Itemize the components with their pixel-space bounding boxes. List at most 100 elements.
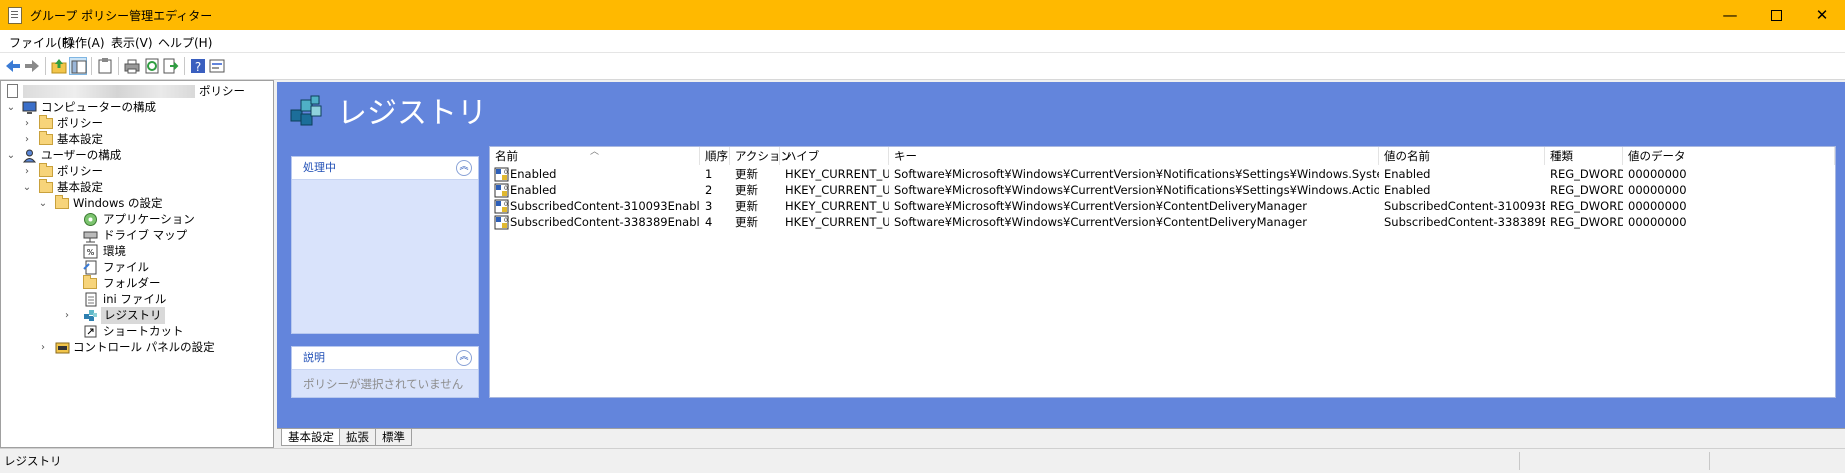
tree-item-user-preferences[interactable]: ⌄ 基本設定 [21,179,271,196]
tree-label: ユーザーの構成 [41,148,122,162]
status-divider [1519,452,1520,470]
control-panel-icon [55,342,70,354]
tree-item-computer-policies[interactable]: › ポリシー [21,115,271,132]
redacted-policy-name [23,85,195,98]
forward-arrow-icon[interactable] [23,57,41,75]
tree-label: 基本設定 [57,180,103,194]
folder-icon [39,131,53,145]
cell-name: SubscribedContent-338389Enabled [510,215,700,229]
processing-panel: 処理中 ︽ [291,156,479,334]
help-icon[interactable]: ? [189,57,207,75]
collapse-chevron-icon[interactable]: ︽ [456,350,472,366]
chevron-down-icon[interactable]: ⌄ [5,99,17,116]
cell-key: Software¥Microsoft¥Windows¥CurrentVersio… [894,215,1307,229]
chevron-right-icon[interactable]: › [61,307,73,324]
tree-label: コンピューターの構成 [41,100,156,114]
tab-standard[interactable]: 標準 [375,429,412,446]
console-tree: ポリシー ⌄ コンピューターの構成 › ポリシー › 基本設定 ⌄ ユーザーの構… [0,80,274,448]
column-header-value-name[interactable]: 値の名前 [1379,147,1545,165]
toolbar-separator [45,57,46,75]
column-header-value-data[interactable]: 値のデータ [1623,147,1835,165]
chevron-right-icon[interactable]: › [21,163,33,180]
tree-label: ポリシー [57,164,103,178]
tree-item-windows-settings[interactable]: ⌄ Windows の設定 [37,195,271,212]
column-header-hive[interactable]: ハイブ [780,147,889,165]
menu-action[interactable]: 操作(A) [63,34,105,51]
tree-root-label: ポリシー [199,84,245,98]
chevron-down-icon[interactable]: ⌄ [5,147,17,164]
back-arrow-icon[interactable] [4,57,22,75]
description-label: 説明 [303,351,325,364]
tree-label: 環境 [103,244,126,258]
toolbar-separator [118,57,119,75]
tree-label: フォルダー [103,276,161,290]
print-icon[interactable] [123,57,141,75]
tree-item-control-panel[interactable]: › コントロール パネルの設定 [37,339,271,356]
maximize-icon [1770,10,1782,21]
environment-icon: % [83,244,98,259]
chevron-down-icon[interactable]: ⌄ [21,179,33,196]
cell-hive: HKEY_CURRENT_USER [785,215,889,229]
close-button[interactable]: ✕ [1799,0,1845,30]
status-text: レジストリ [4,454,62,468]
tree-item-computer-config[interactable]: ⌄ コンピューターの構成 [5,99,271,116]
cell-value-data: 00000000 [1628,215,1687,229]
tree-item-user-policies[interactable]: › ポリシー [21,163,271,180]
menu-help[interactable]: ヘルプ(H) [158,34,212,51]
menu-bar: ファイル(F) 操作(A) 表示(V) ヘルプ(H) [0,30,1845,53]
processing-label: 処理中 [303,161,336,174]
file-icon [83,260,97,275]
tree-root[interactable]: ポリシー [5,83,271,100]
tree-item-registry[interactable]: › レジストリ [65,307,269,324]
folder-icon [39,163,53,177]
column-header-action[interactable]: アクション [730,147,792,165]
chevron-right-icon[interactable]: › [21,131,33,148]
gpo-editor-app-icon [8,7,22,24]
cell-value-name: SubscribedContent-338389Enabled [1384,215,1545,229]
tree-label: Windows の設定 [73,196,163,210]
description-panel: 説明 ︽ ポリシーが選択されていません [291,346,479,398]
chevron-right-icon[interactable]: › [21,115,33,132]
tree-label: ファイル [103,260,149,274]
tree-item-user-config[interactable]: ⌄ ユーザーの構成 [5,147,271,164]
tab-preferences[interactable]: 基本設定 [281,429,341,446]
description-panel-header[interactable]: 説明 ︽ [292,347,478,370]
column-header-type[interactable]: 種類 [1545,147,1623,165]
properties-icon[interactable] [208,57,226,75]
chevron-down-icon[interactable]: ⌄ [37,195,49,212]
collapse-chevron-icon[interactable]: ︽ [456,160,472,176]
maximize-button[interactable] [1753,0,1799,30]
description-text: ポリシーが選択されていません [303,377,464,391]
tree-label-selected: レジストリ [101,307,165,324]
column-header-order[interactable]: 順序 [700,147,730,165]
tree-label: コントロール パネルの設定 [73,340,215,354]
status-bar: レジストリ [0,448,1845,473]
chevron-right-icon[interactable]: › [37,339,49,356]
tree-item-folders[interactable]: フォルダー [69,275,269,292]
processing-panel-header[interactable]: 処理中 ︽ [292,157,478,180]
tree-label: ポリシー [57,116,103,130]
tab-extended[interactable]: 拡張 [339,429,376,446]
ini-file-icon [85,292,97,307]
menu-view[interactable]: 表示(V) [111,34,153,51]
tree-item-drive-maps[interactable]: ドライブ マップ [69,227,269,244]
table-row[interactable]: 01SubscribedContent-338389Enabled4更新HKEY… [490,215,1835,231]
clipboard-icon[interactable] [96,57,114,75]
column-header-name[interactable]: 名前 ︿ [490,147,700,165]
tree-item-environment[interactable]: % 環境 [69,243,269,260]
tree-item-ini-files[interactable]: ini ファイル [69,291,269,308]
tree-item-computer-preferences[interactable]: › 基本設定 [21,131,271,148]
export-icon[interactable] [162,57,180,75]
minimize-button[interactable]: — [1707,0,1753,30]
refresh-icon[interactable] [143,57,161,75]
tree-item-applications[interactable]: アプリケーション [69,211,269,228]
column-header-key[interactable]: キー [889,147,1379,165]
show-tree-icon[interactable] [69,57,87,75]
tree-label: ドライブ マップ [103,228,188,242]
tree-label: 基本設定 [57,132,103,146]
up-folder-icon[interactable] [50,57,68,75]
registry-main-pane: レジストリ 処理中 ︽ 説明 ︽ ポリシーが選択されていません 名前 ︿ 順序 ア… [277,82,1845,428]
tree-item-files[interactable]: ファイル [69,259,269,276]
tree-item-shortcuts[interactable]: ショートカット [69,323,269,340]
drive-icon [83,231,98,243]
